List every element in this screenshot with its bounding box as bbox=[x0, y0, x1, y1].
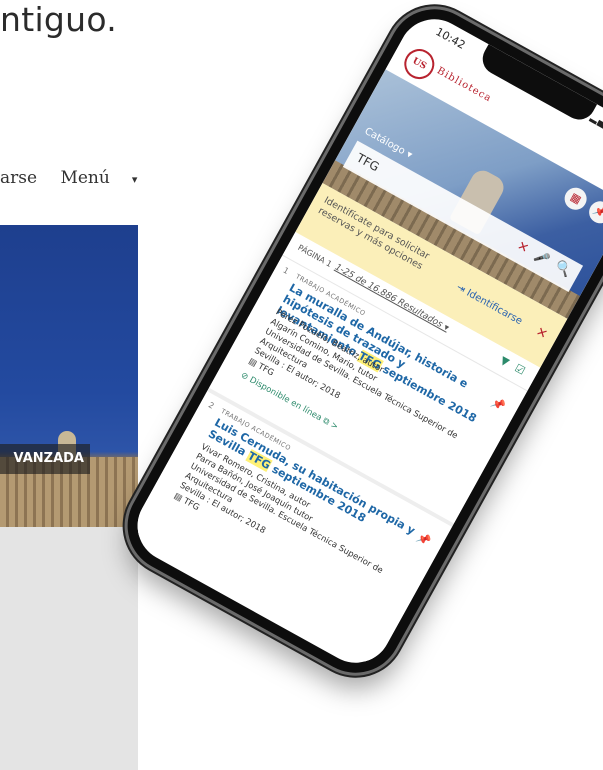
nav-item-login[interactable]: arse bbox=[0, 168, 37, 188]
content-panel bbox=[0, 527, 138, 770]
qr-button[interactable]: ▦ bbox=[560, 183, 591, 214]
search-value: TFG bbox=[354, 150, 382, 175]
search-icon[interactable]: 🔍 bbox=[552, 258, 573, 279]
chevron-down-icon: ▾ bbox=[131, 173, 138, 186]
login-button[interactable]: ⇥ Identificarse bbox=[454, 282, 524, 327]
library-name: Biblioteca bbox=[434, 65, 494, 105]
filter-icon[interactable]: ▼ bbox=[498, 353, 512, 368]
advanced-search-link[interactable]: VANZADA bbox=[0, 444, 90, 474]
close-icon[interactable]: ✕ bbox=[533, 324, 550, 342]
pin-icon[interactable]: 📌 bbox=[489, 396, 507, 414]
phone-mockup: 10:42 ▂▄▆ ⌔ ▭ US Biblioteca ▦ 📌 Catálogo… bbox=[111, 0, 603, 690]
pin-button[interactable]: 📌 bbox=[585, 197, 603, 228]
phone-screen: 10:42 ▂▄▆ ⌔ ▭ US Biblioteca ▦ 📌 Catálogo… bbox=[124, 6, 603, 676]
microphone-icon[interactable]: 🎤 bbox=[532, 248, 552, 267]
nav-item-menu[interactable]: Menú ▾ bbox=[60, 168, 155, 188]
hero-image bbox=[0, 225, 138, 527]
pin-icon[interactable]: 📌 bbox=[414, 530, 432, 548]
page-title-fragment: ntiguo. bbox=[0, 0, 118, 39]
university-logo[interactable]: US bbox=[398, 43, 440, 85]
clear-icon[interactable]: ✕ bbox=[514, 239, 531, 257]
select-all-icon[interactable]: ☑ bbox=[512, 362, 527, 378]
result-number: 2 bbox=[206, 400, 216, 411]
site-nav: arse Menú ▾ bbox=[0, 168, 173, 188]
result-number: 1 bbox=[281, 265, 291, 276]
